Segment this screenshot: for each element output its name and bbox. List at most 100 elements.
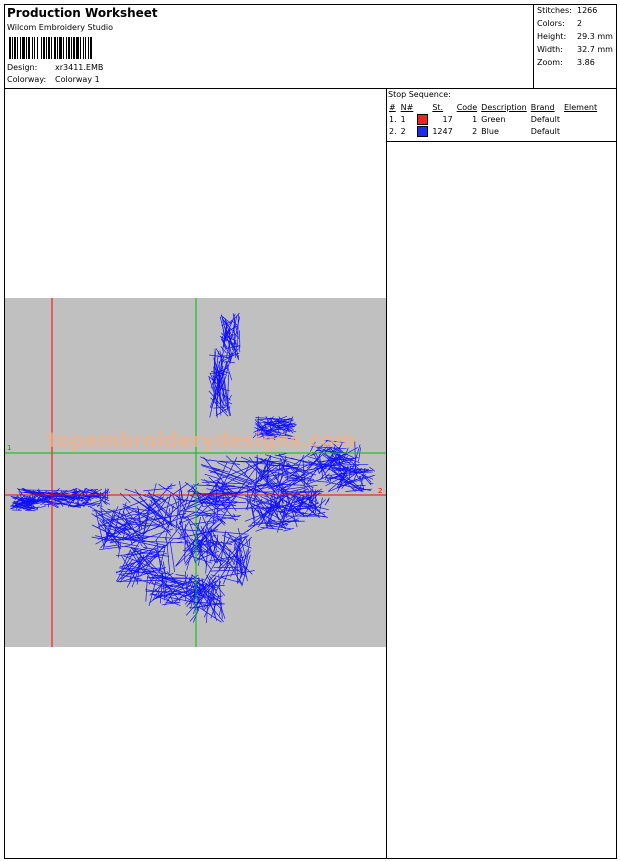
stitch-line xyxy=(258,469,284,494)
needle-number: 1 xyxy=(400,114,406,124)
stitch-line xyxy=(104,488,106,505)
stitch-line xyxy=(167,484,176,488)
row-number: 1. xyxy=(389,114,397,124)
colorway-row: Colorway: Colorway 1 xyxy=(7,75,100,84)
stat-value: 3.86 xyxy=(577,58,595,67)
color-swatch-cell xyxy=(415,113,430,125)
barcode-bar xyxy=(28,37,30,59)
col-header: Element xyxy=(563,102,598,112)
barcode-bar xyxy=(85,37,86,59)
stat-label: Colors: xyxy=(537,19,565,28)
stitch-line xyxy=(145,575,148,602)
colorway-label: Colorway: xyxy=(7,75,47,84)
barcode-bar xyxy=(83,37,84,59)
barcode-bar xyxy=(68,37,70,59)
stitch-count: 17 xyxy=(442,114,453,124)
barcode-bar xyxy=(76,37,79,59)
start-mark: 1 xyxy=(7,444,11,452)
barcode-bar xyxy=(57,37,58,59)
stitch-line xyxy=(92,510,114,513)
stat-zoom: Zoom: 3.86 xyxy=(537,58,595,67)
stitch-line xyxy=(211,467,260,487)
barcode-bar xyxy=(37,37,38,59)
table-row: 1. 1 17 1 Green Default xyxy=(387,113,599,125)
table-row: 2. 2 1247 2 Blue Default xyxy=(387,125,599,137)
stitch-line xyxy=(140,543,143,547)
barcode-bar xyxy=(73,37,75,59)
needle-number: 2 xyxy=(400,126,406,136)
design-row: Design: xr3411.EMB xyxy=(7,63,103,72)
barcode-bar xyxy=(43,37,45,59)
barcode-bar xyxy=(17,37,18,59)
stat-width: Width: 32.7 mm xyxy=(537,45,613,54)
stitch-line xyxy=(228,312,240,326)
barcode-bar xyxy=(26,37,27,59)
stop-sequence-panel: Stop Sequence: # N# St. Code Description… xyxy=(387,89,616,142)
header-info: Production Worksheet Wilcom Embroidery S… xyxy=(5,5,534,89)
production-worksheet: Production Worksheet Wilcom Embroidery S… xyxy=(4,4,617,859)
barcode-bar xyxy=(59,37,62,59)
stitch-line xyxy=(175,574,186,577)
stat-colors: Colors: 2 xyxy=(537,19,582,28)
watermark: topembroiderydesigns.com xyxy=(47,428,356,452)
table-header-row: # N# St. Code Description Brand Element xyxy=(387,101,599,113)
barcode-bar xyxy=(46,37,47,59)
color-swatch-cell xyxy=(415,125,430,137)
barcode-bar xyxy=(63,37,64,59)
stitch-line xyxy=(172,495,177,502)
barcode-bar xyxy=(12,37,13,59)
stitch-line xyxy=(361,474,372,486)
stitch-line xyxy=(237,314,239,348)
stitch-line xyxy=(239,330,241,348)
stitch-line xyxy=(236,542,238,584)
col-header: Code xyxy=(456,102,478,112)
stitch-line xyxy=(197,606,222,623)
barcode-bar xyxy=(48,37,50,59)
stitch-line xyxy=(170,542,176,573)
stitch-count: 1247 xyxy=(432,126,453,136)
stitch-line xyxy=(212,531,248,535)
stop-sequence-table: # N# St. Code Description Brand Element … xyxy=(387,101,599,137)
stat-stitches: Stitches: 1266 xyxy=(537,6,597,15)
color-swatch xyxy=(417,113,429,125)
stitch-line xyxy=(293,498,296,502)
element-type xyxy=(562,125,599,137)
stat-label: Stitches: xyxy=(537,6,572,15)
color-swatch xyxy=(417,125,429,137)
stitch-preview: 1 2 xyxy=(5,298,386,647)
stat-value: 1266 xyxy=(577,6,598,15)
stat-label: Height: xyxy=(537,32,567,41)
barcode-bar xyxy=(22,37,25,59)
design-filename: xr3411.EMB xyxy=(55,63,104,72)
color-code: 2 xyxy=(472,126,478,136)
stitch-line xyxy=(209,354,228,358)
col-header: St. xyxy=(432,102,444,112)
design-preview-area: 1 2 topembroiderydesigns.com xyxy=(5,89,387,858)
barcode-bar xyxy=(90,37,92,59)
col-header: Description xyxy=(481,102,527,112)
colorway-value: Colorway 1 xyxy=(55,75,100,84)
stop-sequence-title: Stop Sequence: xyxy=(388,90,451,99)
barcode-bar xyxy=(88,37,89,59)
barcode-bar xyxy=(32,37,33,59)
stitch-line xyxy=(104,544,117,548)
stat-value: 29.3 mm xyxy=(577,32,613,41)
barcode-bar xyxy=(71,37,72,59)
barcode-bar xyxy=(9,37,11,59)
stitch-line xyxy=(342,463,369,466)
stitch-line xyxy=(87,504,95,507)
barcode-bar xyxy=(41,37,42,59)
thread-brand: Default xyxy=(530,126,560,136)
stitch-line xyxy=(187,482,200,493)
color-code: 1 xyxy=(472,114,478,124)
design-canvas: 1 2 topembroiderydesigns.com xyxy=(5,298,386,647)
element-type xyxy=(562,113,599,125)
barcode-bar xyxy=(14,37,16,59)
stat-value: 32.7 mm xyxy=(577,45,613,54)
stitch-line xyxy=(275,489,279,492)
design-stats: Stitches: 1266 Colors: 2 Height: 29.3 mm Wi… xyxy=(534,5,616,89)
end-mark: 2 xyxy=(378,487,382,495)
barcode-bar xyxy=(66,37,67,59)
thread-brand: Default xyxy=(530,114,560,124)
col-header: # xyxy=(389,102,396,112)
